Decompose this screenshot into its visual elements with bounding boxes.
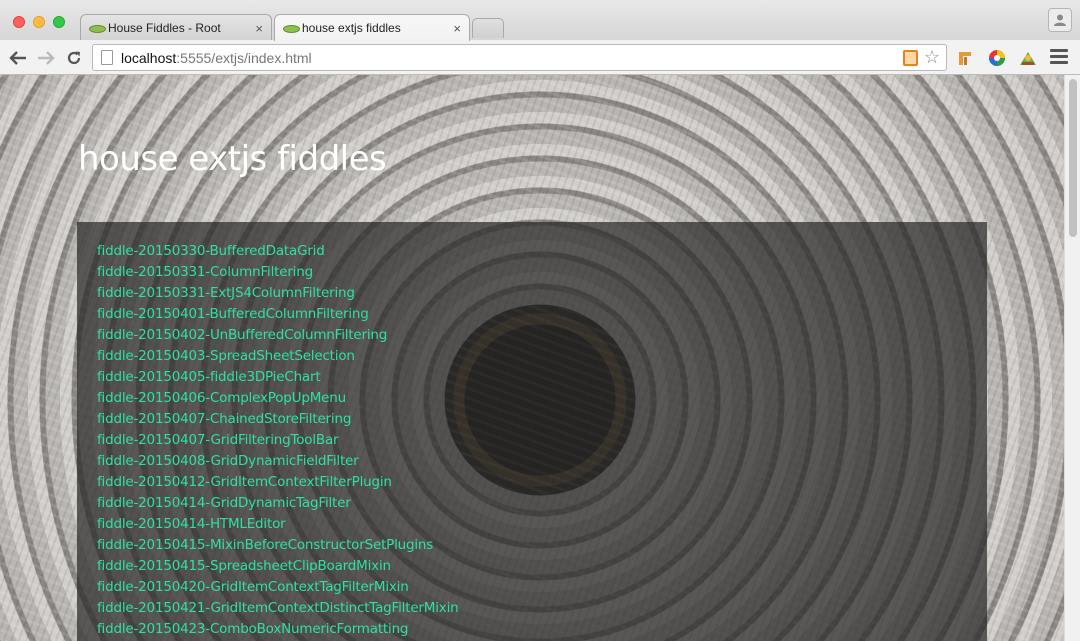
- minimize-window-button[interactable]: [33, 16, 45, 28]
- fiddle-link[interactable]: fiddle-20150412-GridItemContextFilterPlu…: [97, 474, 392, 490]
- zoom-window-button[interactable]: [53, 16, 65, 28]
- tab-label: House Fiddles - Root: [108, 21, 221, 35]
- forward-arrow-icon[interactable]: [36, 48, 56, 68]
- page-title: house extjs fiddles: [78, 139, 387, 179]
- list-item: fiddle-20150407-GridFilteringToolBar: [97, 431, 967, 452]
- fiddle-link[interactable]: fiddle-20150405-fiddle3DPieChart: [97, 369, 321, 385]
- fiddle-link[interactable]: fiddle-20150407-ChainedStoreFiltering: [97, 411, 351, 427]
- fiddle-link[interactable]: fiddle-20150414-GridDynamicTagFilter: [97, 495, 351, 511]
- list-item: fiddle-20150405-fiddle3DPieChart: [97, 368, 967, 389]
- list-item: fiddle-20150421-GridItemContextDistinctT…: [97, 599, 967, 620]
- rss-icon[interactable]: [903, 50, 918, 66]
- close-window-button[interactable]: [13, 16, 25, 28]
- profile-icon[interactable]: [1048, 8, 1072, 32]
- fiddle-link[interactable]: fiddle-20150401-BufferedColumnFiltering: [97, 306, 369, 322]
- list-item: fiddle-20150412-GridItemContextFilterPlu…: [97, 473, 967, 494]
- list-item: fiddle-20150330-BufferedDataGrid: [97, 242, 967, 263]
- list-item: fiddle-20150423-ComboBoxNumericFormattin…: [97, 620, 967, 641]
- fiddle-link[interactable]: fiddle-20150415-SpreadsheetClipBoardMixi…: [97, 558, 391, 574]
- list-item: fiddle-20150331-ExtJS4ColumnFiltering: [97, 284, 967, 305]
- favicon-icon: [89, 23, 106, 33]
- fiddle-link[interactable]: fiddle-20150402-UnBufferedColumnFilterin…: [97, 327, 387, 343]
- fiddle-link[interactable]: fiddle-20150423-ComboBoxNumericFormattin…: [97, 621, 408, 637]
- fiddle-link[interactable]: fiddle-20150421-GridItemContextDistinctT…: [97, 600, 459, 616]
- fiddle-link[interactable]: fiddle-20150330-BufferedDataGrid: [97, 243, 325, 259]
- tab-house-extjs-fiddles[interactable]: house extjs fiddles ×: [274, 14, 470, 41]
- fiddle-link[interactable]: fiddle-20150408-GridDynamicFieldFilter: [97, 453, 359, 469]
- fiddle-list-panel: fiddle-20150330-BufferedDataGrid fiddle-…: [77, 222, 987, 641]
- extension-icon[interactable]: [1018, 48, 1038, 68]
- fiddle-link[interactable]: fiddle-20150415-MixinBeforeConstructorSe…: [97, 537, 433, 553]
- tab-house-fiddles-root[interactable]: House Fiddles - Root ×: [80, 14, 272, 41]
- fiddle-link[interactable]: fiddle-20150407-GridFilteringToolBar: [97, 432, 339, 448]
- list-item: fiddle-20150415-SpreadsheetClipBoardMixi…: [97, 557, 967, 578]
- page-viewport: house extjs fiddles fiddle-20150330-Buff…: [0, 75, 1064, 641]
- fiddle-link[interactable]: fiddle-20150420-GridItemContextTagFilter…: [97, 579, 409, 595]
- back-arrow-icon[interactable]: [8, 48, 28, 68]
- tab-label: house extjs fiddles: [302, 21, 401, 35]
- tab-close-icon[interactable]: ×: [255, 21, 263, 36]
- list-item: fiddle-20150415-MixinBeforeConstructorSe…: [97, 536, 967, 557]
- page-icon: [101, 50, 113, 65]
- fiddle-link[interactable]: fiddle-20150403-SpreadSheetSelection: [97, 348, 355, 364]
- bookmark-star-icon[interactable]: ☆: [924, 47, 940, 67]
- reload-icon[interactable]: [64, 48, 84, 68]
- fiddle-link[interactable]: fiddle-20150331-ExtJS4ColumnFiltering: [97, 285, 355, 301]
- menu-icon[interactable]: [1050, 49, 1068, 67]
- extension-icon[interactable]: [955, 48, 975, 68]
- browser-toolbar: localhost:5555/extjs/index.html ☆: [0, 40, 1080, 75]
- list-item: fiddle-20150407-ChainedStoreFiltering: [97, 410, 967, 431]
- tab-close-icon[interactable]: ×: [453, 21, 461, 36]
- browser-titlebar: House Fiddles - Root × house extjs fiddl…: [0, 0, 1080, 41]
- fiddle-link[interactable]: fiddle-20150331-ColumnFiltering: [97, 264, 313, 280]
- list-item: fiddle-20150401-BufferedColumnFiltering: [97, 305, 967, 326]
- list-item: fiddle-20150403-SpreadSheetSelection: [97, 347, 967, 368]
- new-tab-button[interactable]: [472, 18, 504, 38]
- scrollbar-thumb[interactable]: [1069, 79, 1077, 237]
- fiddle-list: fiddle-20150330-BufferedDataGrid fiddle-…: [97, 242, 967, 641]
- vertical-scrollbar[interactable]: [1064, 75, 1080, 641]
- address-path: :5555/extjs/index.html: [176, 49, 312, 66]
- list-item: fiddle-20150402-UnBufferedColumnFilterin…: [97, 326, 967, 347]
- fiddle-link[interactable]: fiddle-20150406-ComplexPopUpMenu: [97, 390, 346, 406]
- address-bar[interactable]: localhost:5555/extjs/index.html ☆: [92, 44, 947, 71]
- color-wheel-icon[interactable]: [987, 48, 1007, 68]
- list-item: fiddle-20150414-GridDynamicTagFilter: [97, 494, 967, 515]
- favicon-icon: [283, 23, 300, 33]
- list-item: fiddle-20150420-GridItemContextTagFilter…: [97, 578, 967, 599]
- fiddle-link[interactable]: fiddle-20150414-HTMLEditor: [97, 516, 286, 532]
- list-item: fiddle-20150406-ComplexPopUpMenu: [97, 389, 967, 410]
- list-item: fiddle-20150414-HTMLEditor: [97, 515, 967, 536]
- address-host: localhost: [121, 49, 177, 66]
- list-item: fiddle-20150408-GridDynamicFieldFilter: [97, 452, 967, 473]
- list-item: fiddle-20150331-ColumnFiltering: [97, 263, 967, 284]
